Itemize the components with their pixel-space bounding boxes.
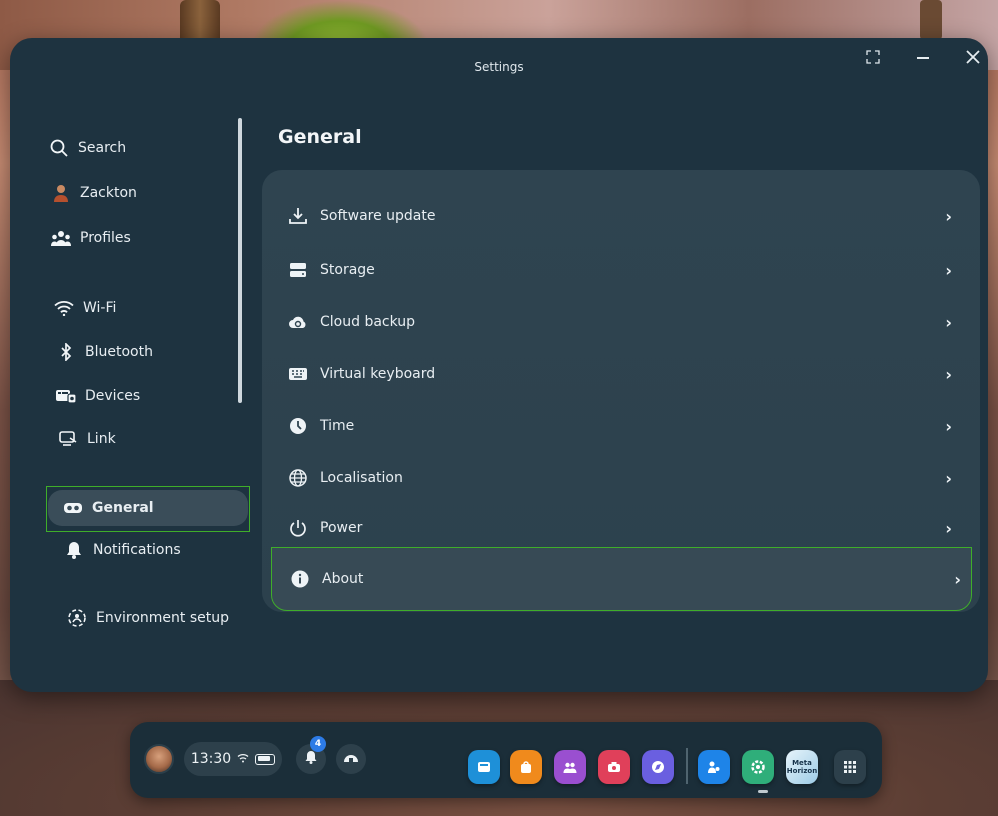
devices-icon	[55, 386, 77, 406]
chevron-right-icon: ›	[954, 569, 961, 589]
row-virtual-keyboard[interactable]: Virtual keyboard ›	[278, 352, 962, 396]
row-power[interactable]: Power ›	[278, 506, 962, 550]
row-label: Power	[320, 520, 363, 536]
avatar[interactable]	[144, 744, 174, 774]
sidebar-item-label: Bluetooth	[85, 344, 153, 360]
expand-icon[interactable]	[860, 44, 886, 70]
background-tree	[920, 0, 942, 40]
app-library-icon[interactable]	[834, 750, 866, 784]
row-cloud-backup[interactable]: Cloud backup ›	[278, 300, 962, 344]
row-label: Software update	[320, 208, 436, 224]
row-label: Localisation	[320, 470, 403, 486]
row-label: Time	[320, 418, 355, 434]
taskbar-divider	[686, 748, 688, 784]
row-label: Storage	[320, 262, 375, 278]
chevron-right-icon: ›	[945, 518, 952, 538]
explore-app-icon[interactable]	[642, 750, 674, 784]
sidebar-item-wifi[interactable]: Wi-Fi	[53, 298, 116, 318]
sidebar-item-environment-setup[interactable]: Environment setup	[66, 608, 229, 628]
meta-horizon-app-icon[interactable]: Meta Horizon	[786, 750, 818, 784]
chevron-right-icon: ›	[945, 260, 952, 280]
sidebar-item-profiles[interactable]: Profiles	[50, 228, 131, 248]
horizon-dome-icon	[343, 751, 359, 767]
general-settings-card: Software update › Storage › Cloud backup…	[262, 170, 980, 612]
info-icon	[288, 568, 312, 590]
bell-icon	[63, 540, 85, 560]
row-about[interactable]: About ›	[271, 547, 972, 611]
row-label: Virtual keyboard	[320, 366, 436, 382]
download-icon	[286, 205, 310, 227]
sidebar-item-notifications[interactable]: Notifications	[63, 540, 181, 560]
meta-horizon-label: Meta Horizon	[786, 759, 818, 775]
chevron-right-icon: ›	[945, 206, 952, 226]
battery-icon	[255, 753, 276, 765]
taskbar: 13:30 4 Meta Horizon	[130, 722, 882, 798]
close-icon[interactable]	[960, 44, 986, 70]
camera-app-icon[interactable]	[598, 750, 630, 784]
clock-time: 13:30	[190, 751, 232, 767]
minimize-icon[interactable]	[910, 44, 936, 70]
clock-icon	[286, 415, 310, 437]
sidebar-item-label: Zackton	[80, 185, 137, 201]
sidebar-item-search[interactable]: Search	[48, 138, 126, 158]
settings-window: Settings Search Zackton Profiles Wi-Fi B…	[10, 38, 988, 692]
sidebar-item-general[interactable]: General	[48, 490, 248, 526]
bell-icon	[305, 750, 317, 768]
chevron-right-icon: ›	[945, 416, 952, 436]
headset-icon	[62, 498, 84, 518]
row-software-update[interactable]: Software update ›	[278, 194, 962, 238]
sidebar-item-label: General	[92, 500, 154, 516]
keyboard-icon	[286, 363, 310, 385]
environment-icon	[66, 608, 88, 628]
row-storage[interactable]: Storage ›	[278, 248, 962, 292]
power-icon	[286, 517, 310, 539]
wifi-icon	[53, 298, 75, 318]
wifi-icon	[237, 751, 249, 767]
chevron-right-icon: ›	[945, 468, 952, 488]
bluetooth-icon	[55, 342, 77, 362]
row-time[interactable]: Time ›	[278, 404, 962, 448]
shop-app-icon[interactable]	[510, 750, 542, 784]
profiles-icon	[50, 228, 72, 248]
sidebar-item-label: Wi-Fi	[83, 300, 117, 316]
window-title: Settings	[474, 60, 524, 74]
search-icon	[48, 138, 70, 158]
sidebar-item-label: Notifications	[93, 542, 181, 558]
cloud-icon	[286, 311, 310, 333]
globe-icon	[286, 467, 310, 489]
settings-app-icon[interactable]	[742, 750, 774, 784]
storage-icon	[286, 259, 310, 281]
clock-status-button[interactable]: 13:30	[184, 742, 282, 776]
people-app-icon[interactable]	[554, 750, 586, 784]
headset-status-button[interactable]	[336, 744, 366, 774]
sidebar-item-label: Environment setup	[96, 610, 229, 626]
row-label: About	[322, 571, 364, 587]
sidebar-scrollbar[interactable]	[238, 118, 242, 403]
user-avatar-icon	[50, 183, 72, 203]
link-icon	[57, 429, 79, 449]
sidebar-item-bluetooth[interactable]: Bluetooth	[55, 342, 153, 362]
active-app-indicator	[758, 790, 768, 793]
sidebar-item-link[interactable]: Link	[57, 429, 116, 449]
sidebar-item-label: Devices	[85, 388, 141, 404]
notification-badge: 4	[310, 736, 326, 752]
sidebar-item-label: Profiles	[80, 230, 131, 246]
chevron-right-icon: ›	[945, 312, 952, 332]
row-localisation[interactable]: Localisation ›	[278, 456, 962, 500]
store-app-icon[interactable]	[468, 750, 500, 784]
social-app-icon[interactable]	[698, 750, 730, 784]
sidebar-item-zackton[interactable]: Zackton	[50, 183, 137, 203]
sidebar-item-devices[interactable]: Devices	[55, 386, 140, 406]
row-label: Cloud backup	[320, 314, 416, 330]
page-title: General	[278, 126, 362, 148]
sidebar-item-label: Link	[87, 431, 116, 447]
sidebar-item-label: Search	[78, 140, 127, 156]
chevron-right-icon: ›	[945, 364, 952, 384]
